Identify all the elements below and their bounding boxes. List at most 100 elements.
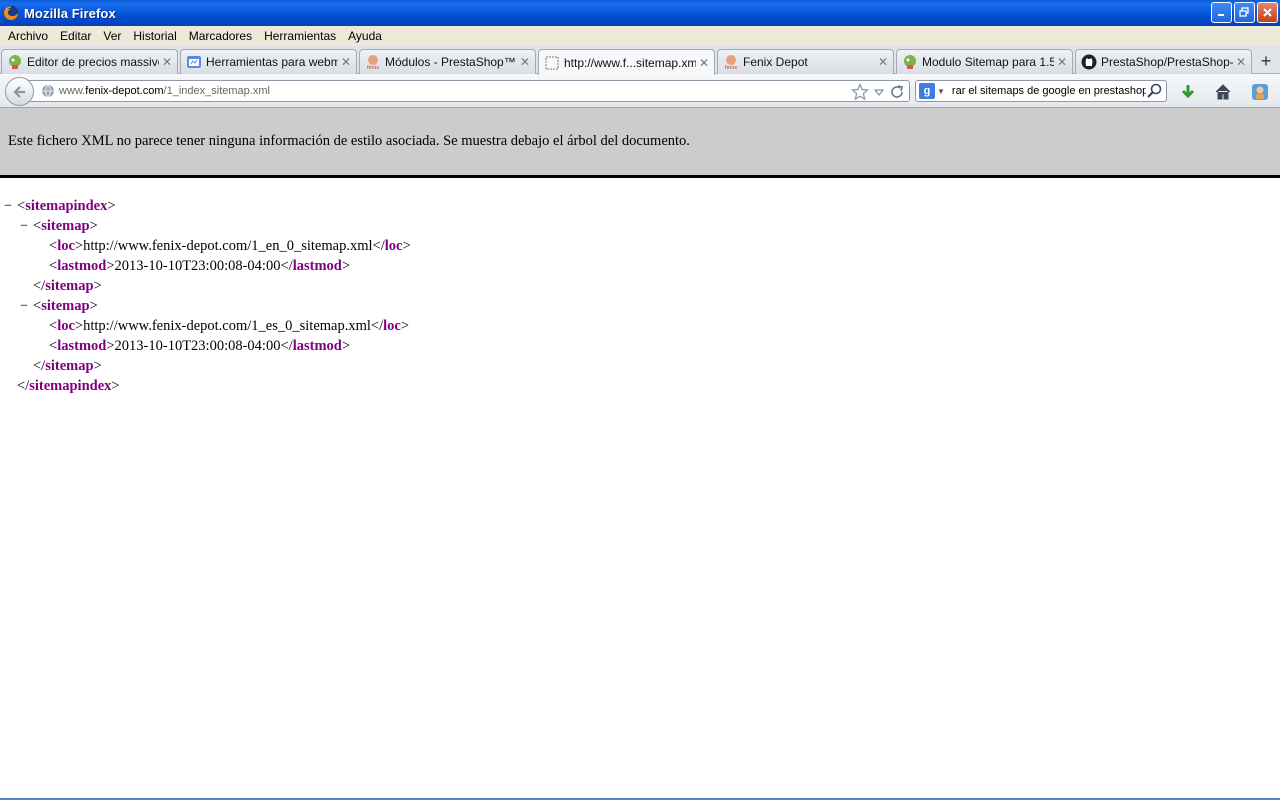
tab-label: http://www.f...sitemap.xml xyxy=(564,55,696,70)
xml-tag-name: loc xyxy=(57,318,75,334)
collapse-toggle[interactable]: − xyxy=(18,296,30,316)
bookmark-star-icon[interactable] xyxy=(851,83,869,101)
xml-tag-name: sitemap xyxy=(41,218,90,234)
reload-icon[interactable] xyxy=(889,83,905,101)
collapse-toggle[interactable]: − xyxy=(2,196,14,216)
tab-label: Fenix Depot xyxy=(743,55,808,69)
engine-dropdown-icon[interactable]: ▼ xyxy=(937,87,945,96)
xml-tag-name: sitemapindex xyxy=(29,378,112,394)
blank-page-icon xyxy=(545,56,559,69)
tab-close-icon[interactable]: ✕ xyxy=(696,56,712,70)
xml-tag-name: loc xyxy=(57,238,75,254)
tab-label: Modulo Sitemap para 1.5.... xyxy=(922,55,1054,69)
search-icon[interactable] xyxy=(1146,82,1164,100)
new-tab-button[interactable]: + xyxy=(1253,49,1279,74)
google-engine-icon[interactable]: g xyxy=(919,83,935,99)
addon-avatar-icon xyxy=(1252,84,1268,100)
xml-loc-value: http://www.fenix-depot.com/1_en_0_sitema… xyxy=(83,238,373,254)
xml-tag-name: lastmod xyxy=(292,258,342,274)
tab-editor-precios[interactable]: Editor de precios massivo ... ✕ xyxy=(1,49,178,74)
search-input[interactable]: rar el sitemaps de google en prestashop xyxy=(952,85,1146,97)
xml-tag-name: sitemap xyxy=(41,298,90,314)
tab-herramientas-webmaster[interactable]: Herramientas para webma... ✕ xyxy=(180,49,357,74)
menu-ayuda[interactable]: Ayuda xyxy=(342,29,388,43)
xml-line-sitemap-open: − <sitemap> xyxy=(18,296,98,316)
url-prefix: www. xyxy=(59,85,86,97)
plus-icon: + xyxy=(1260,51,1272,71)
prestashop-icon xyxy=(9,55,21,69)
tab-strip: Editor de precios massivo ... ✕ Herramie… xyxy=(0,46,1280,75)
webmaster-tools-icon xyxy=(187,56,201,68)
addon-button[interactable] xyxy=(1250,82,1270,102)
firefox-logo-icon xyxy=(3,5,19,21)
url-text[interactable]: www.fenix-depot.com/1_index_sitemap.xml xyxy=(59,85,270,97)
history-dropdown-icon[interactable] xyxy=(873,83,885,101)
xml-line-sitemapindex-close: </sitemapindex> xyxy=(17,378,120,394)
window-title: Mozilla Firefox xyxy=(24,5,116,21)
xml-tag-name: sitemap xyxy=(45,278,94,294)
tab-close-icon[interactable]: ✕ xyxy=(875,55,891,69)
restore-button[interactable] xyxy=(1234,2,1255,23)
menu-marcadores[interactable]: Marcadores xyxy=(183,29,258,43)
url-bar[interactable]: www.fenix-depot.com/1_index_sitemap.xml xyxy=(24,80,910,102)
xml-line-lastmod: <lastmod>2013-10-10T23:00:08-04:00</last… xyxy=(49,338,351,354)
svg-text:fenix: fenix xyxy=(725,65,737,70)
tab-close-icon[interactable]: ✕ xyxy=(159,55,175,69)
tab-close-icon[interactable]: ✕ xyxy=(517,55,533,69)
xml-tag-name: loc xyxy=(383,318,401,334)
xml-lastmod-value: 2013-10-10T23:00:08-04:00 xyxy=(114,338,281,354)
fenix-icon: fenix xyxy=(725,55,737,70)
tab-close-icon[interactable]: ✕ xyxy=(338,55,354,69)
xml-lastmod-value: 2013-10-10T23:00:08-04:00 xyxy=(114,258,281,274)
minimize-button[interactable] xyxy=(1211,2,1232,23)
xml-line-loc: <loc>http://www.fenix-depot.com/1_es_0_s… xyxy=(49,318,410,334)
restore-icon xyxy=(1239,7,1249,17)
close-window-button[interactable] xyxy=(1257,2,1278,23)
home-icon xyxy=(1215,84,1231,100)
download-arrow-icon xyxy=(1181,85,1195,99)
close-icon xyxy=(1263,8,1272,17)
github-icon xyxy=(1081,54,1097,70)
tab-modulo-sitemap[interactable]: Modulo Sitemap para 1.5.... ✕ xyxy=(896,49,1073,74)
window-controls xyxy=(1211,2,1278,23)
minimize-icon xyxy=(1218,14,1224,16)
svg-text:fenix: fenix xyxy=(367,65,379,70)
url-bar-actions xyxy=(851,83,905,101)
tab-label: PrestaShop/PrestaShop-m... xyxy=(1101,55,1233,69)
url-path: /1_index_sitemap.xml xyxy=(163,85,270,97)
xml-tag-name: lastmod xyxy=(57,338,107,354)
back-button[interactable] xyxy=(5,77,34,106)
home-button[interactable] xyxy=(1213,82,1233,102)
globe-icon xyxy=(42,84,54,98)
menu-archivo[interactable]: Archivo xyxy=(2,29,54,43)
menu-bar: Archivo Editar Ver Historial Marcadores … xyxy=(0,26,1280,46)
tab-label: Editor de precios massivo ... xyxy=(27,55,159,69)
search-bar[interactable]: g ▼ rar el sitemaps de google en prestas… xyxy=(915,80,1167,102)
tab-github-prestashop[interactable]: PrestaShop/PrestaShop-m... ✕ xyxy=(1075,49,1252,74)
menu-herramientas[interactable]: Herramientas xyxy=(258,29,342,43)
xml-document-tree: − <sitemapindex> − <sitemap> <loc>http:/… xyxy=(0,196,1280,396)
collapse-toggle[interactable]: − xyxy=(18,216,30,236)
tab-modulos-prestashop[interactable]: fenix Módulos - PrestaShop™ ✕ xyxy=(359,49,536,74)
menu-ver[interactable]: Ver xyxy=(97,29,127,43)
xml-line-lastmod: <lastmod>2013-10-10T23:00:08-04:00</last… xyxy=(49,258,351,274)
xml-loc-value: http://www.fenix-depot.com/1_es_0_sitema… xyxy=(83,318,371,334)
xml-tag-name: sitemap xyxy=(45,358,94,374)
navigation-toolbar: www.fenix-depot.com/1_index_sitemap.xml … xyxy=(0,74,1280,108)
tab-close-icon[interactable]: ✕ xyxy=(1054,55,1070,69)
xml-line-sitemap-open: − <sitemap> xyxy=(18,216,98,236)
xml-line-sitemap-close: </sitemap> xyxy=(33,278,102,294)
xml-line-sitemap-close: </sitemap> xyxy=(33,358,102,374)
back-arrow-icon xyxy=(12,85,25,98)
xml-tag-name: loc xyxy=(384,238,403,254)
tab-label: Módulos - PrestaShop™ xyxy=(385,55,516,69)
tab-close-icon[interactable]: ✕ xyxy=(1233,55,1249,69)
tab-label: Herramientas para webma... xyxy=(206,55,338,69)
xml-tag-name: sitemapindex xyxy=(25,198,108,214)
tab-fenix-depot[interactable]: fenix Fenix Depot ✕ xyxy=(717,49,894,74)
tab-sitemap-xml[interactable]: http://www.f...sitemap.xml ✕ xyxy=(538,49,715,75)
downloads-button[interactable] xyxy=(1178,82,1198,102)
menu-historial[interactable]: Historial xyxy=(127,29,182,43)
xml-line-sitemapindex-open: − <sitemapindex> xyxy=(2,196,116,216)
menu-editar[interactable]: Editar xyxy=(54,29,97,43)
